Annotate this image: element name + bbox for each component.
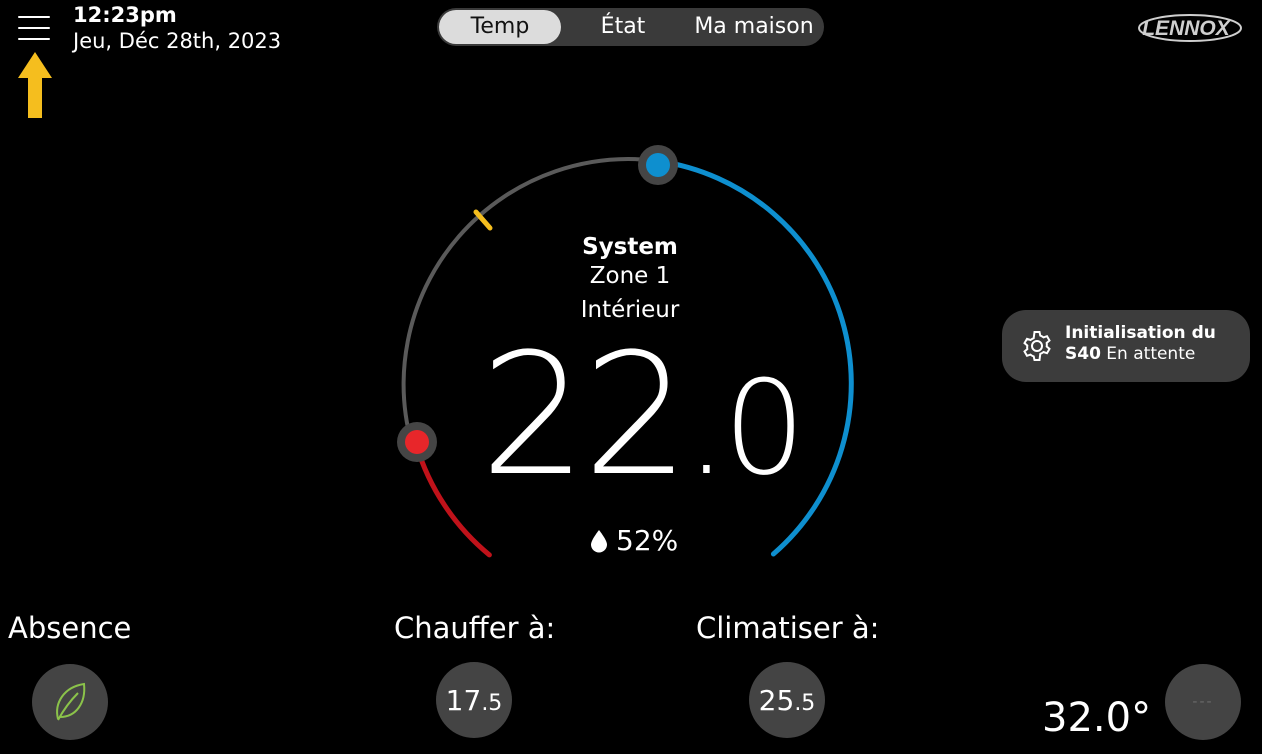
system-label: System	[582, 234, 678, 260]
outdoor-temperature: 32.0°	[1042, 695, 1152, 741]
heat-setpoint-label: Chauffer à:	[394, 611, 556, 645]
svg-text:LENNOX: LENNOX	[1142, 17, 1232, 40]
zone-label: Zone 1	[589, 263, 671, 289]
heat-setpoint-button[interactable]: 17.5	[436, 662, 512, 738]
cool-setpoint-label: Climatiser à:	[696, 611, 880, 645]
humidity-value: 52%	[616, 524, 679, 557]
leaf-icon	[56, 682, 86, 721]
away-label: Absence	[8, 611, 132, 645]
indoor-temperature: 22.0	[480, 317, 806, 513]
tab-temp[interactable]: Temp	[439, 10, 561, 44]
tab-ma-maison[interactable]: Ma maison	[687, 10, 821, 44]
cool-setpoint-button[interactable]: 25.5	[749, 662, 825, 738]
menu-button[interactable]	[18, 14, 52, 42]
lennox-logo: LENNOX	[1138, 14, 1242, 42]
humidity-readout: 52%	[590, 524, 678, 558]
fan-button[interactable]: ---	[1165, 664, 1241, 740]
notice-text: Initialisation du S40 En attente	[1065, 323, 1216, 364]
gear-icon	[1023, 331, 1051, 361]
clock-date: Jeu, Déc 28th, 2023	[73, 29, 282, 53]
fan-value: ---	[1192, 694, 1214, 710]
arrow-up-icon	[18, 52, 52, 118]
tab-bar: Temp État Ma maison	[437, 8, 824, 46]
water-drop-icon	[591, 530, 607, 553]
tab-etat[interactable]: État	[563, 10, 683, 44]
s40-init-notice[interactable]: Initialisation du S40 En attente	[1002, 310, 1250, 382]
clock-time: 12:23pm	[73, 3, 177, 27]
away-button[interactable]	[32, 664, 108, 740]
heat-arc	[413, 442, 492, 558]
